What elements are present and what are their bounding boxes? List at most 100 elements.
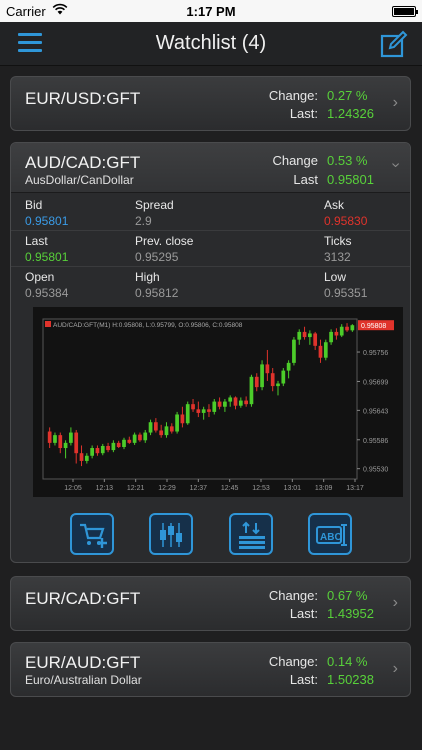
chevron-right-icon: › bbox=[392, 594, 398, 611]
candle-body bbox=[175, 414, 179, 432]
ticks-label: Ticks bbox=[324, 234, 352, 248]
candle-body bbox=[180, 414, 185, 424]
x-tick-label: 12:29 bbox=[158, 485, 176, 492]
candlestick-chart-icon bbox=[160, 523, 182, 547]
label-button[interactable]: ABC bbox=[308, 513, 352, 555]
candle-body bbox=[122, 439, 126, 447]
page-title: Watchlist (4) bbox=[155, 32, 267, 54]
watchlist-item-audcad-expanded: AUD/CAD:GFT AusDollar/CanDollar Change 0… bbox=[10, 142, 411, 563]
high-cell: High 0.95812 bbox=[135, 270, 265, 300]
candle-body bbox=[313, 333, 318, 346]
symbol-label: AUD/CAD:GFT bbox=[25, 153, 141, 172]
watchlist-item-eurusd[interactable]: EUR/USD:GFT Change: 0.27 % Last: 1.24326… bbox=[10, 76, 411, 131]
y-tick-label: 0.95699 bbox=[363, 379, 388, 386]
candle-body bbox=[254, 376, 259, 388]
candle-body bbox=[228, 397, 233, 402]
x-tick-label: 12:13 bbox=[96, 485, 114, 492]
candle-body bbox=[132, 434, 137, 443]
symbol-description: AusDollar/CanDollar bbox=[25, 173, 134, 187]
add-order-button[interactable] bbox=[70, 513, 114, 555]
symbol-label: EUR/USD:GFT bbox=[25, 89, 141, 108]
ask-cell: Ask 0.95830 bbox=[324, 198, 410, 228]
candle-body bbox=[281, 370, 286, 384]
prev-close-label: Prev. close bbox=[135, 234, 194, 248]
last-value: 0.95801 bbox=[327, 172, 374, 187]
candle-body bbox=[350, 325, 355, 331]
change-value: 0.14 % bbox=[327, 654, 368, 669]
candle-body bbox=[116, 442, 121, 447]
low-cell: Low 0.95351 bbox=[324, 270, 410, 300]
candle-body bbox=[90, 448, 94, 456]
ask-label: Ask bbox=[324, 198, 345, 212]
candle-body bbox=[58, 435, 63, 449]
candle-body bbox=[100, 445, 105, 454]
y-tick-label: 0.95756 bbox=[363, 350, 388, 357]
candle-body bbox=[106, 445, 110, 451]
candle-body bbox=[207, 409, 211, 412]
spread-label: Spread bbox=[135, 198, 174, 212]
low-label: Low bbox=[324, 270, 347, 284]
candle-body bbox=[223, 401, 227, 407]
status-bar: Carrier 1:17 PM bbox=[0, 0, 422, 22]
last-label: Last bbox=[293, 172, 318, 187]
candle-body bbox=[127, 439, 132, 443]
candle-body bbox=[69, 432, 73, 443]
x-tick-label: 12:37 bbox=[190, 485, 208, 492]
candle-body bbox=[217, 401, 222, 407]
quote-grid: Bid 0.95801 Spread 2.9 Ask 0.95830 Last 0.95… bbox=[11, 195, 410, 303]
last-value: 1.43952 bbox=[327, 606, 374, 621]
last-label: Last: bbox=[289, 672, 318, 687]
candle-body bbox=[169, 426, 174, 432]
change-value: 0.53 % bbox=[327, 153, 368, 168]
candle-body bbox=[244, 400, 248, 405]
candle-body bbox=[74, 432, 79, 454]
candle-body bbox=[53, 435, 57, 443]
candle-body bbox=[185, 404, 190, 424]
high-label: High bbox=[135, 270, 160, 284]
chevron-right-icon: › bbox=[392, 94, 398, 111]
price-chart[interactable]: 0.95756 0.95699 0.95643 0.95586 0.95530 12:05… bbox=[33, 307, 403, 497]
candle-body bbox=[47, 431, 52, 443]
candle-body bbox=[138, 434, 142, 441]
change-value: 0.27 % bbox=[327, 88, 368, 103]
candle-body bbox=[270, 373, 275, 387]
x-tick-label: 12:53 bbox=[252, 485, 270, 492]
chart-title: AUD/CAD:GFT(M1) H:0.95808, L:0.95799, O:… bbox=[53, 322, 243, 329]
chevron-down-icon[interactable]: › bbox=[386, 162, 404, 167]
candle-body bbox=[292, 339, 296, 363]
orders-button[interactable] bbox=[229, 513, 273, 555]
candle-body bbox=[63, 442, 68, 449]
candle-body bbox=[212, 401, 217, 412]
expanded-header[interactable]: AUD/CAD:GFT AusDollar/CanDollar Change 0… bbox=[11, 143, 410, 193]
edit-icon[interactable] bbox=[380, 30, 408, 58]
candle-body bbox=[297, 331, 302, 340]
candle-body bbox=[302, 331, 307, 338]
symbol-label: EUR/CAD:GFT bbox=[25, 589, 141, 608]
nav-bar: Watchlist (4) bbox=[0, 22, 422, 66]
chart-button[interactable] bbox=[149, 513, 193, 555]
x-tick-label: 12:21 bbox=[127, 485, 145, 492]
candle-body bbox=[201, 409, 206, 413]
candle-body bbox=[159, 430, 164, 436]
candle-body bbox=[318, 345, 323, 358]
expanded-header-content: AUD/CAD:GFT AusDollar/CanDollar Change 0… bbox=[11, 143, 410, 193]
candle-body bbox=[345, 326, 349, 331]
text-label-icon: ABC bbox=[316, 524, 347, 546]
y-tick-label: 0.95586 bbox=[363, 438, 388, 445]
watchlist-item-euraud[interactable]: EUR/AUD:GFT Euro/Australian Dollar Chang… bbox=[10, 642, 411, 697]
candle-body bbox=[95, 448, 100, 454]
candle-body bbox=[323, 342, 328, 358]
change-label: Change: bbox=[268, 654, 318, 669]
quote-row: Bid 0.95801 Spread 2.9 Ask 0.95830 bbox=[11, 195, 410, 231]
y-tick-label: 0.95530 bbox=[363, 467, 388, 474]
prev-close-cell: Prev. close 0.95295 bbox=[135, 234, 265, 264]
x-tick-label: 13:17 bbox=[346, 485, 364, 492]
low-value: 0.95351 bbox=[324, 286, 368, 300]
watchlist-item-eurcad[interactable]: EUR/CAD:GFT Change: 0.67 % Last: 1.43952… bbox=[10, 576, 411, 631]
last-value: 1.50238 bbox=[327, 672, 374, 687]
candle-body bbox=[154, 422, 158, 431]
candle-body bbox=[286, 362, 291, 371]
candle-body bbox=[339, 326, 344, 336]
price-tag-label: 0.95808 bbox=[361, 323, 386, 330]
change-label: Change: bbox=[268, 588, 318, 603]
